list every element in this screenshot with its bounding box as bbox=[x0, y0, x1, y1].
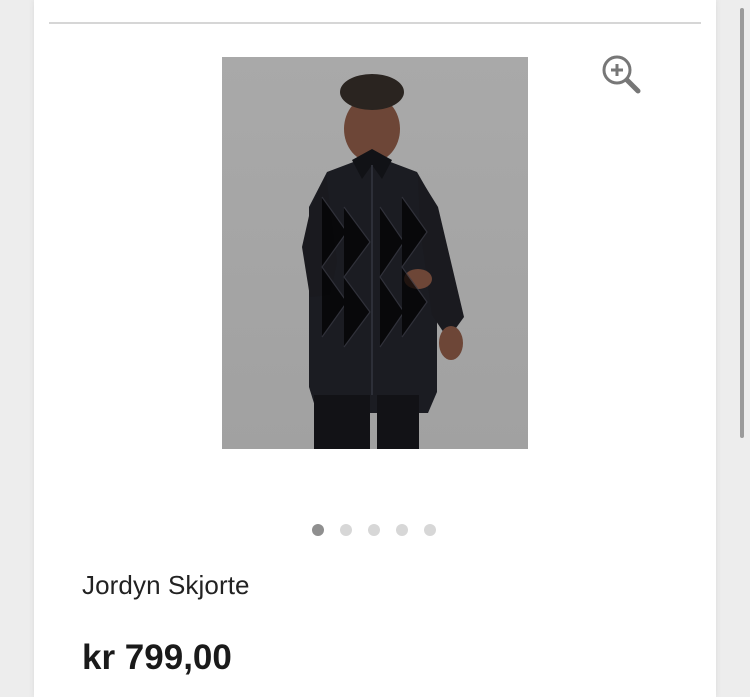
carousel-dot-1[interactable] bbox=[312, 524, 324, 536]
model-shirt-illustration bbox=[302, 74, 464, 449]
product-card: Jordyn Skjorte kr 799,00 bbox=[34, 0, 716, 697]
product-price: kr 799,00 bbox=[82, 638, 232, 677]
page-scrollbar[interactable] bbox=[740, 8, 744, 438]
zoom-button[interactable] bbox=[600, 53, 642, 95]
product-page: Jordyn Skjorte kr 799,00 bbox=[0, 0, 750, 697]
carousel-pagination bbox=[312, 524, 436, 536]
carousel-dot-3[interactable] bbox=[368, 524, 380, 536]
top-divider bbox=[49, 22, 701, 24]
carousel-dot-2[interactable] bbox=[340, 524, 352, 536]
zoom-in-icon bbox=[602, 55, 641, 94]
product-title: Jordyn Skjorte bbox=[82, 570, 250, 600]
carousel-dot-5[interactable] bbox=[424, 524, 436, 536]
product-image[interactable] bbox=[222, 57, 528, 449]
carousel-dot-4[interactable] bbox=[396, 524, 408, 536]
